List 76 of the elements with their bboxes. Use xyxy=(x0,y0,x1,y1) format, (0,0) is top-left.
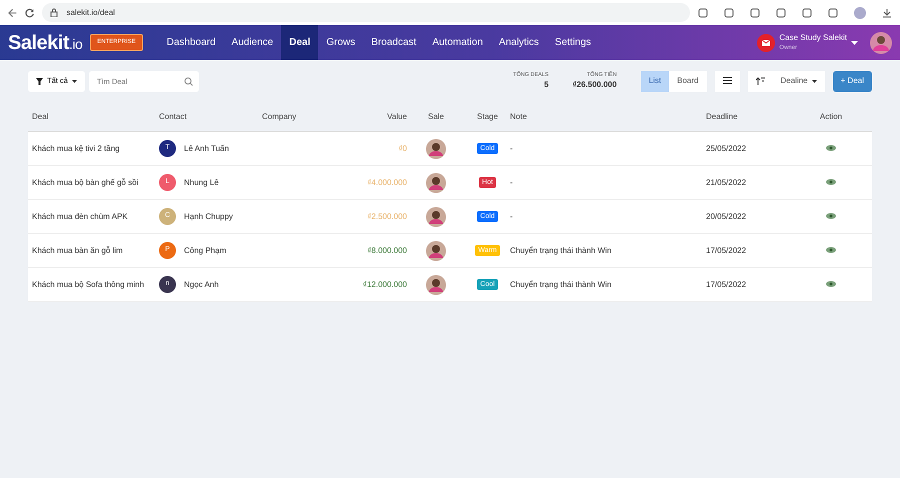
table-cell-text: - xyxy=(510,142,514,154)
contact-name[interactable]: Ngọc Anh xyxy=(184,278,219,290)
deal-value: ₫8.000.000 xyxy=(367,246,407,254)
view-tab[interactable]: Board xyxy=(669,70,706,92)
column-header: Action xyxy=(818,110,844,122)
deal-value: ₫0 xyxy=(398,144,407,152)
user-avatar[interactable] xyxy=(870,32,892,54)
column-header: Note xyxy=(510,110,528,122)
table-cell-text: 21/05/2022 xyxy=(706,176,748,188)
back-icon[interactable] xyxy=(8,8,18,18)
table-cell-text: 17/05/2022 xyxy=(706,278,748,290)
column-header: Deadline xyxy=(706,110,739,122)
caret-icon[interactable] xyxy=(851,40,858,44)
table-cell-text: 20/05/2022 xyxy=(706,210,748,222)
column-header: Company xyxy=(262,110,298,122)
menu-button[interactable] xyxy=(714,70,740,92)
contact-name[interactable]: Nhung Lê xyxy=(184,176,219,188)
reload-icon[interactable] xyxy=(25,8,34,18)
nav-tab[interactable]: Audience xyxy=(224,25,282,60)
sale-avatar xyxy=(426,172,446,192)
view-icon[interactable] xyxy=(826,213,836,220)
view-icon[interactable] xyxy=(826,179,836,186)
view-tab[interactable]: List xyxy=(640,70,670,92)
table-cell-text: Chuyển trạng thái thành Win xyxy=(510,244,612,256)
stat-value: ₫26.500.000 xyxy=(572,79,617,92)
sale-avatar xyxy=(426,240,446,260)
sort-icon xyxy=(756,76,764,85)
menu-icon xyxy=(722,77,732,84)
contact-name[interactable]: Lê Anh Tuấn xyxy=(184,142,229,154)
nav-tab[interactable]: Grows xyxy=(318,25,364,60)
url-text[interactable]: salekit.io/deal xyxy=(66,6,115,18)
table-cell-text: 17/05/2022 xyxy=(706,244,748,256)
logo[interactable]: Salekit.io xyxy=(8,28,82,58)
view-icon[interactable] xyxy=(826,247,836,254)
deal-value: ₫4.000.000 xyxy=(367,178,407,186)
caret-icon xyxy=(72,80,77,82)
table-cell-text: Khách mua bộ bàn ghế gỗ sồi xyxy=(32,176,140,188)
nav-tab[interactable]: Dashboard xyxy=(158,25,224,60)
add-deal-button[interactable]: + Deal xyxy=(832,70,872,92)
nav-tab[interactable]: Settings xyxy=(546,25,600,60)
table-cell-text: Khách mua kệ tivi 2 tầng xyxy=(32,142,121,154)
table-cell-text: Khách mua bàn ăn gỗ lim xyxy=(32,244,124,256)
nav-tab[interactable]: Automation xyxy=(424,25,491,60)
account-name[interactable]: Case Study Salekit xyxy=(779,32,847,44)
search-icon xyxy=(184,76,193,86)
deal-value: ₫12.000.000 xyxy=(362,280,407,288)
view-icon[interactable] xyxy=(826,281,836,288)
column-header: Deal xyxy=(32,110,50,122)
nav-tab[interactable]: Broadcast xyxy=(363,25,424,60)
column-header: Sale xyxy=(426,110,445,122)
table-cell-text: Chuyển trạng thái thành Win xyxy=(510,278,612,290)
table-cell-text: - xyxy=(510,176,514,188)
sale-avatar xyxy=(426,138,446,158)
deal-value: ₫2.500.000 xyxy=(367,212,407,220)
contact-name[interactable]: Hạnh Chuppy xyxy=(184,210,233,222)
sale-avatar xyxy=(426,206,446,226)
table-cell-text: Khách mua bộ Sofa thông minh xyxy=(32,278,146,290)
caret-icon xyxy=(812,80,817,82)
sort-dropdown[interactable]: Dealine xyxy=(772,70,825,92)
stat-value: 5 xyxy=(544,79,549,92)
mail-icon xyxy=(757,34,776,52)
table-cell-text: Khách mua đèn chùm APK xyxy=(32,210,129,222)
table-cell-text: 25/05/2022 xyxy=(706,142,748,154)
sale-avatar xyxy=(426,274,446,294)
column-header: Contact xyxy=(159,110,188,122)
nav-tab[interactable]: Deal xyxy=(281,25,318,60)
sort-direction-button[interactable] xyxy=(748,70,772,92)
lock-icon xyxy=(50,8,58,17)
filter-icon xyxy=(36,78,43,84)
table-cell-text: - xyxy=(510,210,514,222)
nav-tab[interactable]: Analytics xyxy=(490,25,547,60)
download-icon[interactable] xyxy=(882,8,892,18)
contact-name[interactable]: Công Phạm xyxy=(184,244,226,256)
column-header: Value xyxy=(386,110,407,122)
column-header: Stage xyxy=(476,110,499,122)
view-icon[interactable] xyxy=(826,145,836,152)
